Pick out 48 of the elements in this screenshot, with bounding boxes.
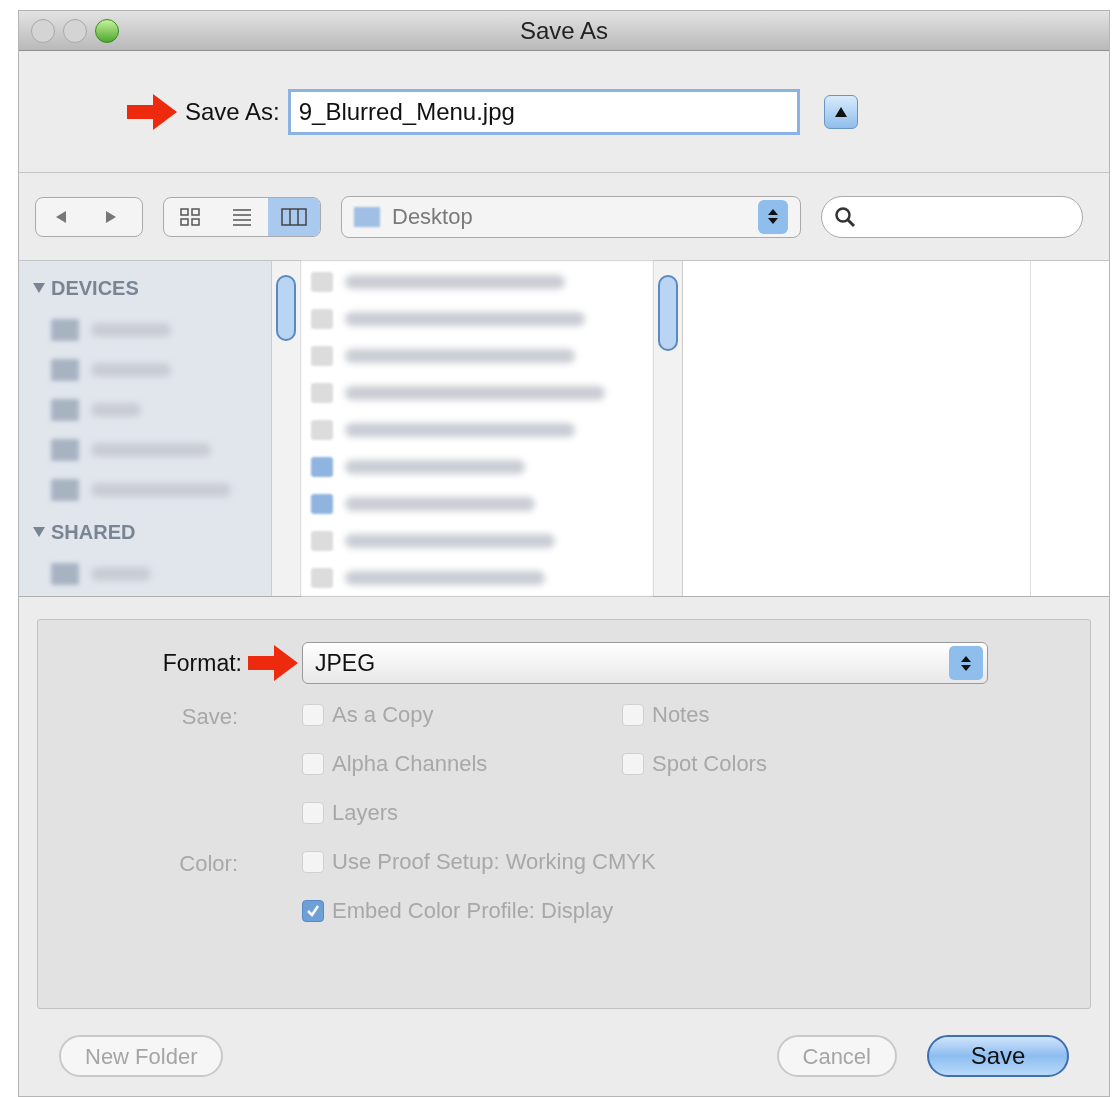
sidebar-heading: SHARED xyxy=(51,520,136,545)
checkbox[interactable] xyxy=(302,752,324,775)
arrow-icon xyxy=(127,93,177,130)
color-label: Color: xyxy=(178,850,238,878)
view-button[interactable] xyxy=(268,197,320,236)
forward-icon xyxy=(104,209,118,224)
expand-button[interactable] xyxy=(823,94,858,129)
location-popup[interactable]: Desktop xyxy=(341,195,801,238)
option-label: Layers xyxy=(332,799,399,827)
checkbox[interactable] xyxy=(302,703,324,726)
option-label: Embed Color Profile: Display xyxy=(332,897,614,925)
list-icon xyxy=(231,206,253,227)
save-label: Save: xyxy=(180,703,238,731)
columns-icon xyxy=(281,206,307,227)
close-button[interactable] xyxy=(31,18,55,43)
checkbox[interactable] xyxy=(622,703,644,726)
format-label: Format: xyxy=(161,648,242,678)
grid-icon xyxy=(179,206,201,227)
checkbox[interactable] xyxy=(622,752,644,775)
stepper-icon xyxy=(758,199,788,234)
stepper-icon xyxy=(949,646,983,680)
checkbox[interactable] xyxy=(302,801,324,824)
zoom-button[interactable] xyxy=(95,18,119,43)
folder-icon xyxy=(354,206,380,227)
scroll-bar[interactable] xyxy=(271,261,301,596)
option-label: Spot Colors xyxy=(652,750,767,778)
triangle-icon xyxy=(834,106,847,117)
format-popup[interactable]: JPEG xyxy=(302,642,988,684)
checkmark-icon xyxy=(306,903,320,918)
checkbox[interactable] xyxy=(302,850,324,873)
sidebar-heading: DEVICES xyxy=(51,276,139,301)
arrow-icon xyxy=(248,645,298,681)
checkbox[interactable] xyxy=(302,899,324,922)
search-icon xyxy=(834,205,856,228)
option-label: As a Copy xyxy=(332,701,434,729)
option-label: Use Proof Setup: Working CMYK xyxy=(332,848,656,876)
search-field[interactable] xyxy=(821,195,1083,238)
option-label: Notes xyxy=(652,701,710,729)
save-button[interactable]: Save xyxy=(927,1035,1069,1077)
location-label: Desktop xyxy=(392,203,474,231)
back-icon xyxy=(54,209,68,224)
window-title: Save As xyxy=(519,15,609,46)
option-label: Alpha Channels xyxy=(332,750,488,778)
save-as-label: Save As: xyxy=(185,96,280,127)
minimize-button[interactable] xyxy=(63,18,87,43)
navigation-buttons[interactable] xyxy=(35,196,143,237)
scroll-bar[interactable] xyxy=(653,261,683,596)
filename-field[interactable]: 9_Blurred_Menu.jpg xyxy=(287,88,800,135)
